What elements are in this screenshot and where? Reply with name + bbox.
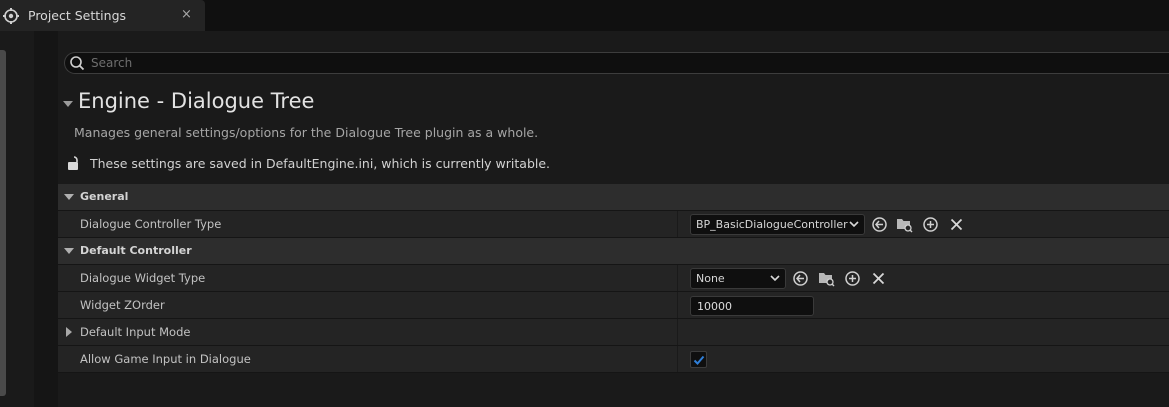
section-description: Manages general settings/options for the… [74, 125, 539, 140]
tab-title: Project Settings [28, 8, 127, 23]
add-icon[interactable] [844, 270, 861, 287]
category-label: Default Controller [80, 244, 192, 257]
unreal-settings-icon [3, 8, 19, 24]
property-label: Dialogue Widget Type [80, 271, 206, 285]
property-name-cell: Dialogue Widget Type [58, 265, 676, 291]
property-value-cell: 10000 [677, 292, 1169, 318]
browse-asset-icon[interactable] [818, 270, 835, 287]
checkmark-icon [693, 355, 705, 365]
property-name-cell: Dialogue Controller Type [58, 211, 676, 237]
property-name-cell: Allow Game Input in Dialogue [58, 346, 676, 372]
unlocked-icon[interactable] [67, 155, 81, 171]
use-selected-asset-icon[interactable] [792, 270, 809, 287]
dropdown-value: None [696, 272, 725, 285]
page-title: Engine - Dialogue Tree [78, 89, 315, 113]
property-row-allow-game-input: Allow Game Input in Dialogue [58, 346, 1169, 373]
dialogue-widget-type-dropdown[interactable]: None [690, 268, 786, 289]
category-default-controller[interactable]: Default Controller [58, 238, 1169, 265]
left-scrollbar[interactable] [0, 50, 6, 396]
search-box[interactable] [64, 52, 1169, 74]
chevron-down-icon [64, 248, 74, 254]
empty-panel-area [58, 374, 1169, 407]
tab-bar: Project Settings × [0, 0, 1169, 31]
property-value-cell: BP_BasicDialogueController [677, 211, 1169, 237]
property-label: Default Input Mode [80, 325, 191, 339]
clear-icon[interactable] [948, 216, 965, 233]
search-input[interactable] [91, 54, 1161, 72]
category-general[interactable]: General [58, 184, 1169, 211]
search-icon [70, 56, 85, 71]
section-collapse-arrow-icon[interactable] [62, 98, 74, 110]
property-row-dialogue-controller-type: Dialogue Controller Type BP_BasicDialogu… [58, 211, 1169, 238]
chevron-down-icon [849, 221, 859, 228]
dialogue-controller-type-dropdown[interactable]: BP_BasicDialogueController [690, 214, 865, 235]
add-icon[interactable] [922, 216, 939, 233]
chevron-down-icon [64, 194, 74, 200]
save-status-text: These settings are saved in DefaultEngin… [90, 156, 551, 171]
use-selected-asset-icon[interactable] [871, 216, 888, 233]
property-row-default-input-mode[interactable]: Default Input Mode [58, 319, 1169, 346]
tab-project-settings[interactable]: Project Settings × [0, 0, 205, 31]
browse-asset-icon[interactable] [896, 216, 913, 233]
widget-zorder-input[interactable]: 10000 [690, 296, 814, 316]
property-label: Dialogue Controller Type [80, 217, 222, 231]
category-label: General [80, 190, 129, 203]
property-row-dialogue-widget-type: Dialogue Widget Type None [58, 265, 1169, 292]
property-row-widget-zorder: Widget ZOrder 10000 [58, 292, 1169, 319]
property-name-cell: Default Input Mode [58, 319, 676, 345]
allow-game-input-checkbox[interactable] [690, 351, 707, 368]
panel-divider [34, 31, 58, 407]
dropdown-value: BP_BasicDialogueController [696, 218, 848, 231]
expand-arrow-icon[interactable] [65, 327, 73, 337]
property-value-cell: None [677, 265, 1169, 291]
property-name-cell: Widget ZOrder [58, 292, 676, 318]
property-label: Widget ZOrder [80, 298, 165, 312]
property-label: Allow Game Input in Dialogue [80, 352, 251, 366]
clear-icon[interactable] [870, 270, 887, 287]
property-value-cell [677, 319, 1169, 345]
property-grid: General Dialogue Controller Type BP_Basi… [58, 184, 1169, 373]
close-tab-icon[interactable]: × [181, 7, 192, 22]
property-value-cell [677, 346, 1169, 372]
chevron-down-icon [770, 275, 780, 282]
